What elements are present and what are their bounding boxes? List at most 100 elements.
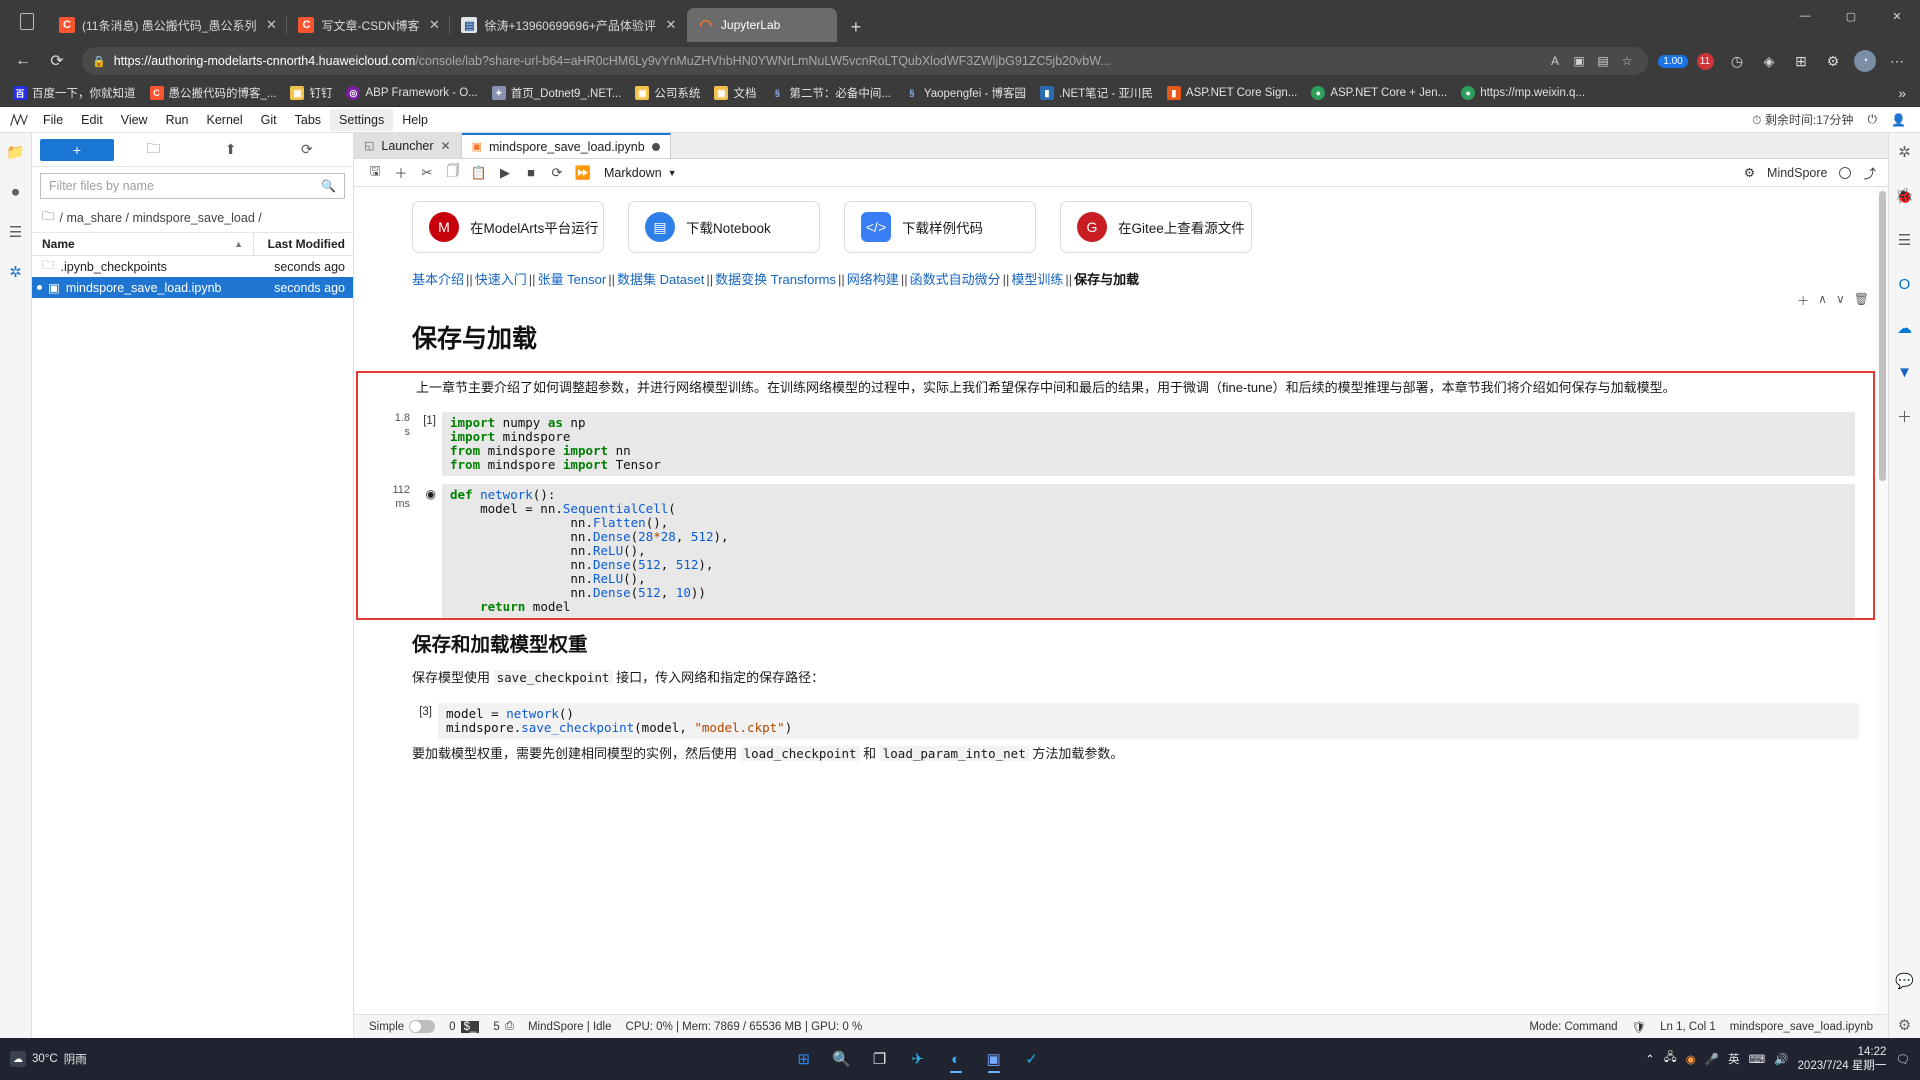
crumb-link[interactable]: 模型训练 bbox=[1011, 272, 1063, 287]
filter-icon[interactable]: ▼ bbox=[1892, 359, 1918, 385]
crumb-link[interactable]: 基本介绍 bbox=[412, 272, 464, 287]
menu-git[interactable]: Git bbox=[252, 109, 286, 131]
share-icon[interactable]: ⤴ bbox=[1863, 163, 1876, 182]
view-on-gitee-button[interactable]: G 在Gitee上查看源文件 bbox=[1060, 201, 1252, 253]
menu-kernel[interactable]: Kernel bbox=[198, 109, 252, 131]
more-options-icon[interactable]: ⋯ bbox=[1882, 46, 1912, 76]
close-icon[interactable]: ✕ bbox=[426, 17, 442, 33]
code-cell-1[interactable]: 1.8 s [1] import numpy as np import mind… bbox=[358, 412, 1873, 477]
property-inspector-icon[interactable]: ✲ bbox=[1892, 139, 1918, 165]
taskbar-clock[interactable]: 14:22 2023/7/24 星期一 bbox=[1798, 1045, 1887, 1074]
kernel-idle-icon[interactable] bbox=[1839, 166, 1852, 179]
network-icon[interactable]: 🖧 bbox=[1664, 1050, 1677, 1069]
split-screen-icon[interactable]: ▣ bbox=[1568, 54, 1590, 68]
browser-tab-2[interactable]: ▤ 徐涛+13960699696+产品体验评 ✕ bbox=[449, 8, 686, 42]
favorite-icon[interactable]: ☆ bbox=[1616, 54, 1638, 68]
download-sample-code-button[interactable]: </> 下载样例代码 bbox=[844, 201, 1036, 253]
chevron-up-icon[interactable]: ⌃ bbox=[1645, 1052, 1655, 1066]
breadcrumb[interactable]: 🗀 / ma_share / mindspore_save_load / bbox=[32, 203, 353, 233]
kernel-name-label[interactable]: MindSpore bbox=[1767, 166, 1827, 180]
run-on-modelarts-button[interactable]: M 在ModelArts平台运行 bbox=[412, 201, 604, 253]
settings-rail-icon[interactable]: ⚙ bbox=[1892, 1012, 1918, 1038]
jupyter-taskbar-icon[interactable]: ▣ bbox=[979, 1044, 1009, 1074]
copilot-icon[interactable]: ◈ bbox=[1754, 46, 1784, 76]
crumb-link[interactable]: 快速入门 bbox=[475, 272, 527, 287]
trust-icon[interactable]: 🛡 bbox=[1625, 1020, 1654, 1034]
restart-kernel-icon[interactable]: ⟳ bbox=[544, 165, 570, 181]
notebook-scrollbar[interactable] bbox=[1877, 187, 1888, 1014]
collections-icon[interactable]: ▤ bbox=[1592, 54, 1614, 68]
avatar[interactable]: ◔ bbox=[1850, 46, 1880, 76]
bookmarks-overflow-button[interactable]: » bbox=[1890, 85, 1914, 101]
bookmark-item[interactable]: ● https://mp.weixin.q... bbox=[1454, 84, 1592, 102]
toggle-switch[interactable] bbox=[409, 1020, 436, 1033]
menu-settings[interactable]: Settings bbox=[330, 108, 394, 131]
move-down-icon[interactable]: ∨ bbox=[1836, 292, 1845, 309]
column-last-modified[interactable]: Last Modified bbox=[253, 233, 353, 255]
bookmark-item[interactable]: 百百度一下，你就知道 bbox=[6, 83, 143, 103]
new-tab-button[interactable]: + bbox=[841, 12, 871, 42]
run-cell-button[interactable]: ◉ bbox=[416, 484, 442, 501]
simple-mode-toggle[interactable]: Simple bbox=[362, 1020, 442, 1033]
menu-run[interactable]: Run bbox=[157, 109, 198, 131]
unsaved-indicator-icon[interactable] bbox=[651, 142, 660, 151]
run-icon[interactable]: ▶ bbox=[492, 165, 518, 181]
extensions-icon[interactable]: ⊞ bbox=[1786, 46, 1816, 76]
chat-icon[interactable]: 💬 bbox=[1892, 968, 1918, 994]
sogou-icon[interactable]: ◉ bbox=[1686, 1052, 1696, 1066]
upload-icon[interactable]: ⬆ bbox=[193, 141, 269, 158]
delete-icon[interactable]: 🗑 bbox=[1854, 292, 1869, 309]
tab-notebook[interactable]: ▣ mindspore_save_load.ipynb bbox=[461, 133, 671, 158]
bookmark-item[interactable]: ✦ 首页_Dotnet9_.NET... bbox=[485, 83, 629, 103]
refresh-button[interactable]: ⟳ bbox=[42, 46, 72, 76]
code-cell-3[interactable]: [3] model = network() mindspore.save_che… bbox=[354, 703, 1877, 740]
onedrive-icon[interactable]: ☁ bbox=[1892, 315, 1918, 341]
refresh-icon[interactable]: ⟳ bbox=[269, 141, 345, 158]
history-icon[interactable]: ◷ bbox=[1722, 46, 1752, 76]
bookmark-item[interactable]: § Yaopengfei - 博客园 bbox=[898, 83, 1033, 103]
edge-icon[interactable]: ◐ bbox=[941, 1044, 971, 1074]
running-terminals-icon[interactable]: ⏺ bbox=[3, 179, 29, 205]
taskbar-weather[interactable]: ☁ 30°C 阴雨 bbox=[10, 1051, 190, 1067]
menu-help[interactable]: Help bbox=[393, 109, 437, 131]
search-icon[interactable]: 🔍 bbox=[321, 179, 336, 193]
bookmark-item[interactable]: ▣ 文档 bbox=[707, 83, 763, 103]
back-button[interactable]: ← bbox=[8, 46, 38, 76]
tab-search-button[interactable] bbox=[6, 0, 48, 42]
address-input[interactable]: 🔒 https://authoring-modelarts-cnnorth4.h… bbox=[82, 47, 1648, 75]
stop-icon[interactable]: ■ bbox=[518, 165, 544, 180]
keyboard-icon[interactable]: ⌨ bbox=[1749, 1052, 1766, 1066]
code-cell-2[interactable]: 112 ms ◉ def network(): model = nn.Seque… bbox=[358, 484, 1873, 619]
close-icon[interactable]: ✕ bbox=[663, 17, 679, 33]
copy-icon[interactable]: 🗍 bbox=[440, 162, 466, 184]
power-icon[interactable]: ⏻ bbox=[1868, 112, 1878, 127]
crumb-link[interactable]: 张量 Tensor bbox=[538, 272, 607, 287]
settings-more-icon[interactable]: ⚙ bbox=[1818, 46, 1848, 76]
maximize-button[interactable]: ▢ bbox=[1828, 0, 1874, 32]
menu-tabs[interactable]: Tabs bbox=[286, 109, 330, 131]
file-list-item[interactable]: ▣ mindspore_save_load.ipynb seconds ago bbox=[32, 277, 353, 298]
crumb-link[interactable]: 网络构建 bbox=[847, 272, 899, 287]
read-aloud-icon[interactable]: A bbox=[1544, 54, 1566, 68]
menu-view[interactable]: View bbox=[112, 109, 157, 131]
restart-run-all-icon[interactable]: ⏩ bbox=[570, 165, 596, 181]
browser-tab-0[interactable]: C (11条消息) 愚公搬代码_愚公系列 ✕ bbox=[48, 8, 287, 42]
start-icon[interactable]: ⊞ bbox=[789, 1044, 819, 1074]
bookmark-item[interactable]: ● ASP.NET Core + Jen... bbox=[1304, 84, 1454, 102]
price-badge[interactable]: 1.00 bbox=[1658, 46, 1688, 76]
debugger-icon[interactable]: 🐞 bbox=[1892, 183, 1918, 209]
volume-icon[interactable]: 🔊 bbox=[1774, 1052, 1788, 1066]
crumb-link[interactable]: 数据集 Dataset bbox=[617, 272, 704, 287]
gear-icon[interactable]: ⚙ bbox=[1744, 165, 1755, 180]
column-name[interactable]: Name ▲ bbox=[32, 233, 253, 255]
paste-icon[interactable]: 📋 bbox=[466, 165, 492, 181]
notification-center-icon[interactable]: 🗨 bbox=[1895, 1052, 1910, 1066]
cursor-position[interactable]: Ln 1, Col 1 bbox=[1653, 1021, 1723, 1033]
bookmark-item[interactable]: C 愚公搬代码的博客_... bbox=[143, 83, 284, 103]
new-launcher-button[interactable]: + bbox=[40, 138, 114, 161]
add-icon[interactable]: ＋ bbox=[1797, 292, 1809, 309]
move-up-icon[interactable]: ∧ bbox=[1818, 292, 1827, 309]
code-editor[interactable]: def network(): model = nn.SequentialCell… bbox=[442, 484, 1855, 619]
notebook-canvas[interactable]: M 在ModelArts平台运行 ▤ 下载Notebook </> 下载样例代码 bbox=[354, 187, 1877, 1014]
bookmark-item[interactable]: ▣ 钉钉 bbox=[283, 83, 339, 103]
